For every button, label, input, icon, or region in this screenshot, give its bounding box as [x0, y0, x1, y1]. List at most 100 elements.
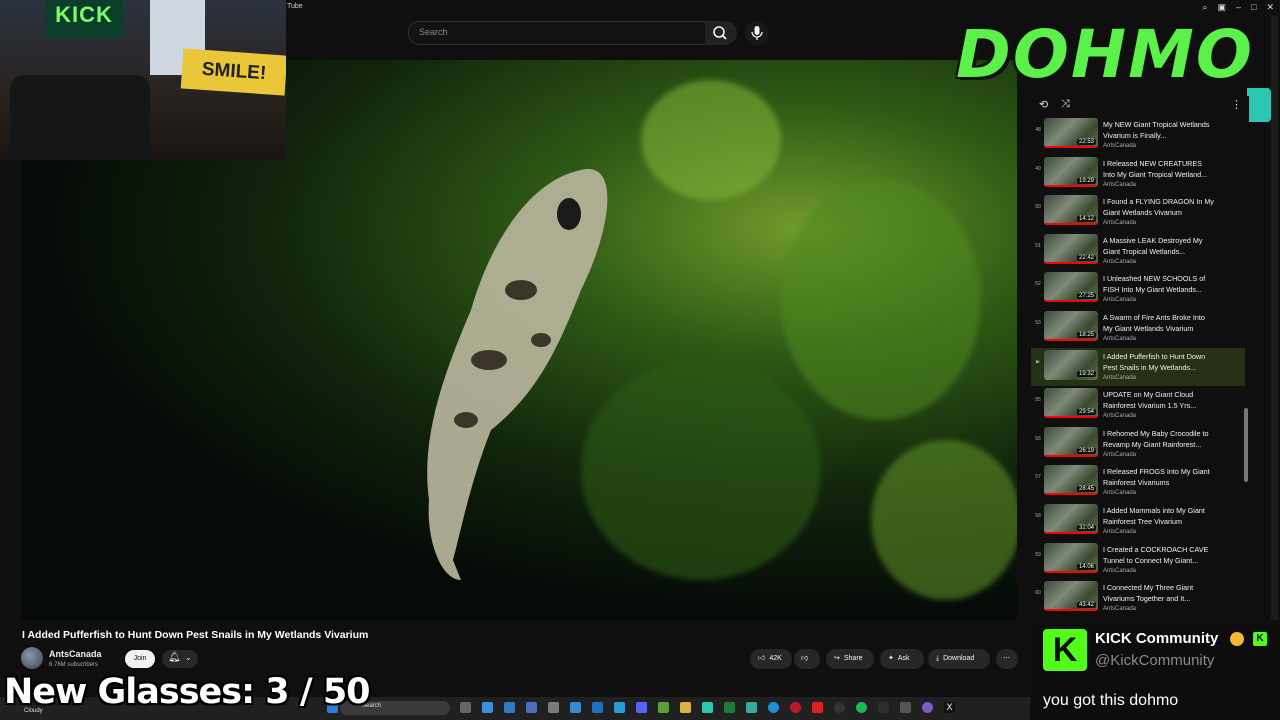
playlist-item-index: 58	[1035, 513, 1041, 519]
channel-name[interactable]: AntsCanada	[49, 649, 102, 659]
playlist-item-index: 59	[1035, 551, 1041, 558]
playlist-item-channel: AntsCanada	[1103, 297, 1137, 304]
playlist-thumbnail[interactable]: 27:25	[1044, 272, 1098, 303]
app-icon[interactable]	[570, 702, 581, 713]
voice-search-button[interactable]	[745, 21, 769, 45]
playlist-item-channel: AntsCanada	[1103, 143, 1137, 149]
channel-avatar[interactable]	[21, 647, 43, 669]
edge-icon[interactable]	[768, 702, 779, 713]
app-icon[interactable]	[746, 702, 757, 713]
watch-progress-bar	[1044, 416, 1098, 419]
search-button[interactable]	[705, 21, 737, 45]
app-icon[interactable]	[878, 702, 889, 713]
app-icon[interactable]	[504, 702, 515, 713]
smile-sign: SMILE!	[180, 48, 286, 96]
like-button[interactable]: 👍︎ 42K	[750, 649, 792, 669]
playlist-thumbnail[interactable]: 26:19	[1044, 426, 1098, 457]
close-icon[interactable]: ✕	[1266, 2, 1274, 13]
playlist-thumbnail[interactable]: 22:42	[1044, 233, 1098, 264]
playlist-item-channel: AntsCanada	[1103, 258, 1137, 265]
playlist-thumbnail[interactable]: 28:45	[1044, 465, 1098, 496]
folder-icon[interactable]	[680, 702, 691, 713]
playlist-item-index: 60	[1035, 590, 1041, 597]
playlist-thumbnail[interactable]: 14:06	[1044, 542, 1098, 573]
playlist-item-index: 48	[1035, 127, 1041, 133]
task-view-icon[interactable]	[460, 702, 471, 713]
shuffle-icon[interactable]: ⤨	[1061, 98, 1070, 111]
share-button[interactable]: ↪ Share	[826, 649, 874, 669]
playlist-item[interactable]: 55 29:54 UPDATE on My Giant Cloud Rainfore…	[1031, 386, 1245, 424]
app-icon[interactable]	[614, 702, 625, 713]
dislike-button[interactable]: 👎︎	[794, 649, 820, 669]
playlist-item[interactable]: 59 14:06 I Created a COCKROACH CAVE Tunnel…	[1031, 541, 1245, 579]
file-explorer-icon[interactable]	[482, 702, 493, 713]
playlist-item-index: 57	[1035, 474, 1041, 481]
kick-logo-icon: K	[1043, 629, 1087, 671]
playlist-scrollbar-thumb[interactable]	[1244, 408, 1248, 482]
watch-progress-bar	[1044, 339, 1098, 341]
join-button[interactable]: Join	[125, 650, 155, 668]
playlist-thumbnail[interactable]: 29:54	[1044, 388, 1098, 419]
playlist-item[interactable]: 57 28:45 I Released FROGS Into My Giant Ra…	[1031, 463, 1245, 501]
app-icon[interactable]	[834, 702, 845, 713]
download-button[interactable]: ⤓ Download	[928, 649, 990, 669]
app-icon[interactable]	[922, 702, 933, 713]
playlist-item-index: 55	[1035, 397, 1041, 404]
loop-icon[interactable]: ⟲	[1039, 98, 1048, 111]
search-input[interactable]: Search	[419, 27, 448, 37]
playlist-item[interactable]: 51 22:42 A Massive LEAK Destroyed My Giant…	[1031, 232, 1245, 270]
playlist-item[interactable]: 49 19:29 I Released NEW CREATURES Into My …	[1031, 155, 1245, 193]
app-icon[interactable]	[526, 702, 537, 713]
playlist-thumbnail[interactable]: 43:42	[1044, 581, 1098, 612]
playlist-item-index: 49	[1035, 165, 1041, 172]
x-app-icon[interactable]: X	[944, 702, 955, 713]
playlist-thumbnail[interactable]: 32:04	[1044, 504, 1098, 534]
more-actions-button[interactable]: ⋯	[996, 649, 1018, 669]
like-count: 42K	[769, 655, 782, 662]
app-icon[interactable]	[592, 702, 603, 713]
playlist-item-channel: AntsCanada	[1103, 413, 1137, 420]
search-box[interactable]: Search	[408, 21, 706, 45]
playlist-item[interactable]: 53 18:25 A Swarm of Fire Ants Broke Into M…	[1031, 309, 1245, 347]
opera-icon[interactable]	[790, 702, 801, 713]
verified-badge-icon	[1230, 632, 1244, 646]
playlist-item-title: I Connected My Three Giant Vivariums Tog…	[1103, 583, 1194, 604]
subscriber-count: 6.76M subscribers	[49, 662, 99, 668]
watch-progress-bar	[1044, 609, 1098, 612]
playlist-thumbnail[interactable]: 19:29	[1044, 156, 1098, 187]
watch-progress-bar	[1044, 261, 1098, 264]
spotify-icon[interactable]	[856, 702, 867, 713]
playlist-item[interactable]: 48 22:53 My NEW Giant Tropical Wetlands Vi…	[1031, 116, 1245, 154]
playlist-thumbnail[interactable]: 19:32	[1044, 349, 1098, 380]
playlist-item-channel: AntsCanada	[1103, 220, 1137, 227]
ask-button[interactable]: ✦ Ask	[880, 649, 924, 669]
video-duration: 19:29	[1076, 177, 1096, 184]
playlist-item[interactable]: 52 27:25 I Unleashed NEW SCHOOLS of FISH I…	[1031, 270, 1245, 308]
app-icon[interactable]	[702, 702, 713, 713]
playlist-item-current[interactable]: ▶ 19:32 I Added Pufferfish to Hunt Down Pe…	[1031, 347, 1245, 386]
playlist-item-channel: AntsCanada	[1103, 451, 1137, 458]
playlist-item[interactable]: 56 26:19 I Rehomed My Baby Crocodile to Re…	[1031, 425, 1245, 463]
streamer-logo: DOHMO	[948, 12, 1262, 98]
playlist-item-channel: AntsCanada	[1103, 181, 1137, 188]
playlist-item[interactable]: 60 43:42 I Connected My Three Giant Vivari…	[1031, 579, 1245, 617]
sparkle-icon: ✦	[888, 655, 894, 662]
youtube-icon[interactable]	[812, 702, 823, 713]
playlist-item-title: I Found a FLYING DRAGON In My Giant Wetl…	[1103, 197, 1214, 218]
playlist-item-title: I Added Pufferfish to Hunt Down Pest Sna…	[1103, 351, 1206, 372]
kick-badge-icon: K	[1253, 632, 1267, 646]
playlist-thumbnail[interactable]: 14:12	[1044, 195, 1098, 226]
playlist-thumbnail[interactable]: 22:53	[1044, 118, 1098, 148]
app-icon[interactable]	[658, 702, 669, 713]
subscribe-bell-button[interactable]: 🔔︎ ⌄	[162, 650, 198, 668]
excel-icon[interactable]	[724, 702, 735, 713]
playlist-item[interactable]: 58 32:04 I Added Mammals into My Giant Rai…	[1031, 502, 1245, 540]
app-icon[interactable]	[900, 702, 911, 713]
playlist-thumbnail[interactable]: 18:25	[1044, 311, 1098, 341]
more-options-icon[interactable]: ⋮	[1231, 98, 1242, 111]
playlist-item[interactable]: 50 14:12 I Found a FLYING DRAGON In My Gia…	[1031, 193, 1245, 231]
page-scrollbar[interactable]	[1271, 16, 1278, 620]
app-icon[interactable]	[548, 702, 559, 713]
chevron-down-icon: ⌄	[185, 653, 192, 662]
discord-icon[interactable]	[636, 702, 647, 713]
